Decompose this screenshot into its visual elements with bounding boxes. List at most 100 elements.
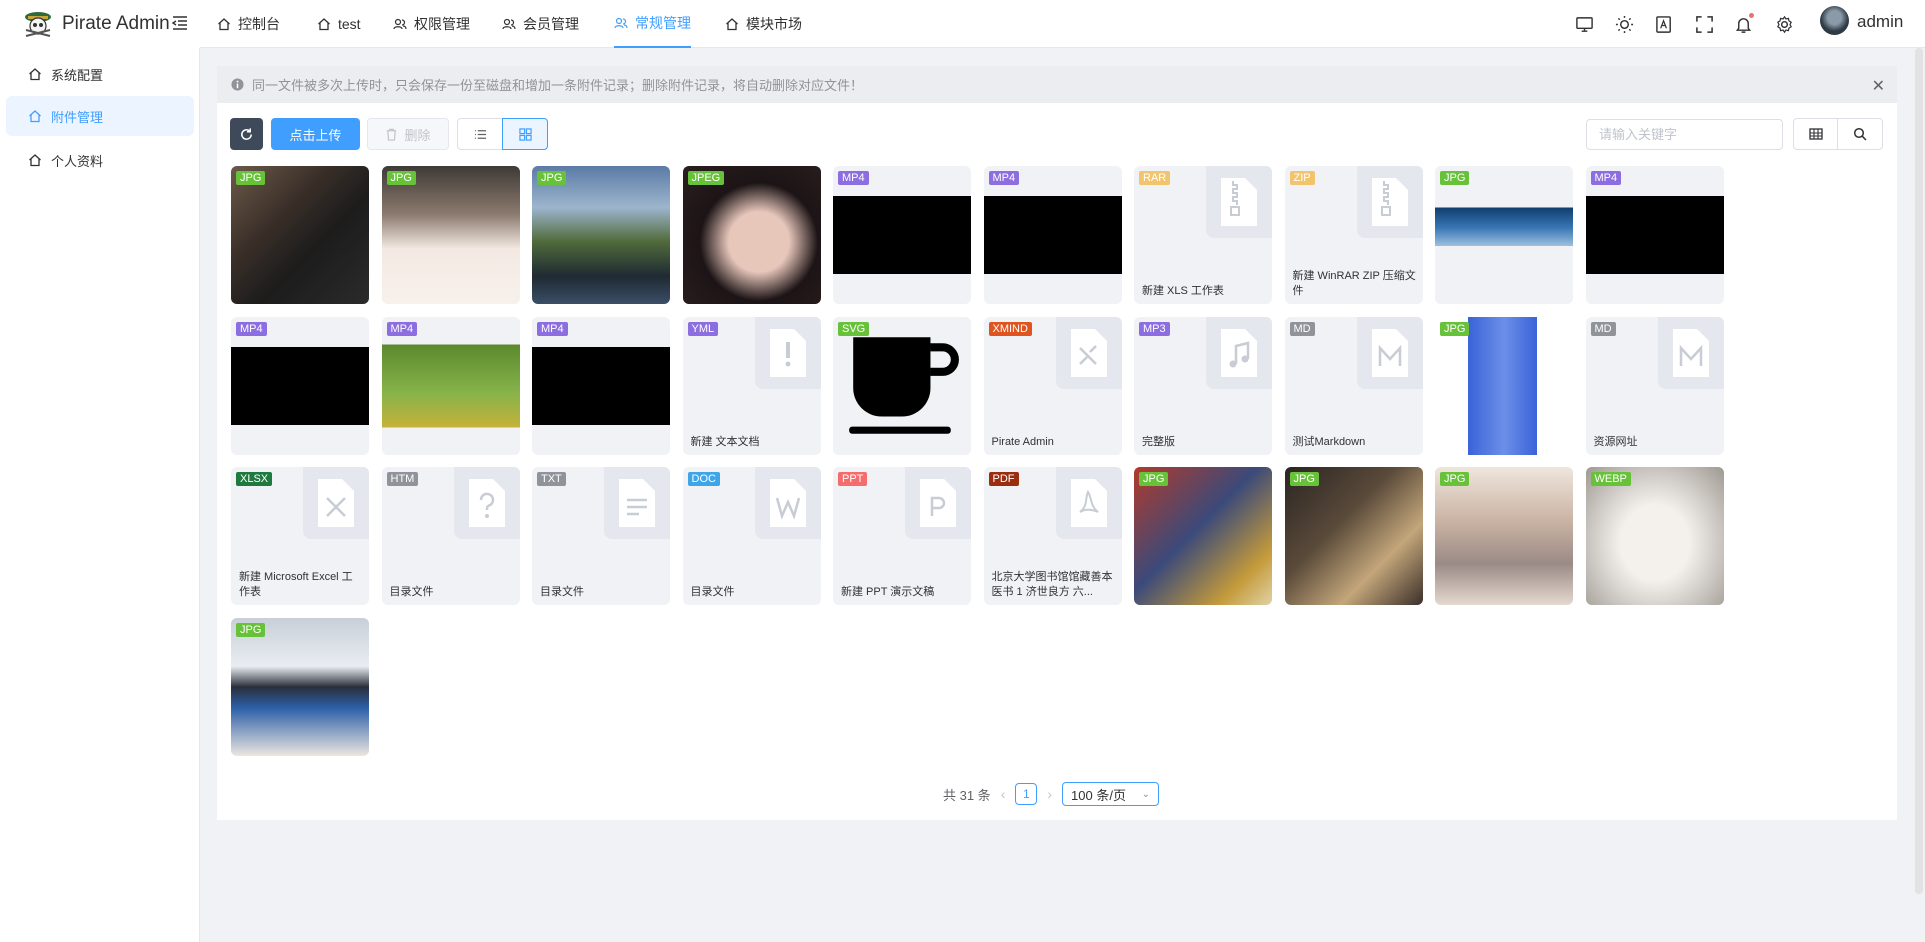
file-thumbnail: [381, 316, 520, 455]
file-card[interactable]: WEBP: [1585, 467, 1724, 605]
tab-1[interactable]: test: [317, 0, 361, 48]
file-type-badge: JPG: [386, 171, 416, 185]
grid-view-button[interactable]: [502, 118, 548, 150]
file-name: 目录文件: [389, 586, 434, 598]
app-title: Pirate Admin: [62, 13, 170, 34]
file-name: 新建 文本文档: [690, 435, 760, 448]
gear-icon[interactable]: [1773, 13, 1795, 35]
file-card[interactable]: JPG: [1435, 467, 1573, 605]
pagination: 共 31 条 ‹ 1 › 100 条/页 ⌄: [943, 782, 1160, 806]
file-card[interactable]: 新建 XLS 工作表 RAR: [1134, 166, 1272, 304]
close-icon[interactable]: ✕: [1872, 76, 1885, 96]
delete-button[interactable]: 删除: [367, 118, 449, 150]
file-type-badge: JPG: [1440, 472, 1470, 486]
page-size-select[interactable]: 100 条/页 ⌄: [1062, 782, 1160, 806]
file-card[interactable]: SVG: [833, 316, 971, 455]
list-view-button[interactable]: [457, 118, 503, 150]
tab-4[interactable]: 常规管理: [614, 0, 691, 48]
file-type-icon: [303, 467, 369, 539]
file-card[interactable]: MP4: [983, 166, 1122, 304]
file-card[interactable]: JPG: [231, 166, 369, 304]
file-card[interactable]: 新建 PPT 演示文稿 PPT: [833, 467, 971, 605]
file-card[interactable]: 目录文件 TXT: [532, 467, 670, 605]
notification-dot: [1749, 13, 1754, 18]
file-name: 新建 WinRAR ZIP 压缩文件: [1292, 270, 1416, 297]
file-type-badge: WEBP: [1590, 472, 1631, 486]
file-name: Pirate Admin: [991, 435, 1054, 448]
fullscreen-icon[interactable]: [1693, 13, 1715, 35]
grid-icon: [518, 127, 532, 141]
tab-2[interactable]: 权限管理: [393, 0, 470, 48]
file-card[interactable]: JPG: [1435, 166, 1573, 304]
file-card[interactable]: MP4: [1585, 166, 1724, 304]
file-card[interactable]: JPG: [381, 166, 520, 304]
file-type-icon: [754, 467, 821, 539]
sidebar-item-2[interactable]: 个人资料: [6, 140, 194, 180]
file-card[interactable]: JPG: [1284, 467, 1423, 605]
upload-button[interactable]: 点击上传: [271, 118, 360, 150]
file-card[interactable]: 新建 Microsoft Excel 工作表 XLSX: [231, 467, 369, 605]
file-card[interactable]: MP4: [381, 316, 520, 455]
file-card[interactable]: 完整版 MP3: [1134, 316, 1272, 455]
file-type-badge: JPG: [1289, 472, 1319, 486]
app-logo-area: Pirate Admin: [0, 0, 200, 48]
file-card[interactable]: MP4: [231, 316, 369, 455]
tab-label: test: [338, 16, 361, 32]
sun-icon[interactable]: [1613, 13, 1635, 35]
tab-0[interactable]: 控制台: [217, 0, 280, 48]
file-card[interactable]: JPG: [532, 166, 670, 304]
file-card[interactable]: JPG: [1435, 316, 1573, 455]
file-type-badge: TXT: [537, 472, 566, 486]
file-card[interactable]: JPEG: [682, 166, 821, 304]
search-input[interactable]: [1586, 119, 1783, 150]
file-type-icon: [453, 467, 520, 539]
home-icon: [318, 18, 330, 31]
sidebar-item-1[interactable]: 附件管理: [6, 96, 194, 136]
translate-icon[interactable]: [1653, 13, 1675, 35]
file-type-badge: JPEG: [687, 171, 725, 185]
home-icon: [218, 18, 230, 31]
file-card[interactable]: 测试Markdown MD: [1284, 316, 1423, 455]
file-card[interactable]: Pirate Admin XMIND: [983, 316, 1122, 455]
file-type-badge: PPT: [838, 472, 868, 486]
file-card[interactable]: 新建 WinRAR ZIP 压缩文件 ZIP: [1284, 166, 1423, 304]
file-thumbnail: [1435, 316, 1573, 455]
file-card[interactable]: JPG: [1134, 467, 1272, 605]
sidebar-item-label: 个人资料: [51, 153, 104, 169]
menu-fold-icon[interactable]: [171, 14, 189, 32]
file-type-badge: MP4: [537, 321, 568, 336]
sidebar-item-0[interactable]: 系统配置: [6, 54, 194, 94]
pirate-skull-icon: [25, 12, 51, 37]
table-icon: [1808, 128, 1823, 140]
tab-3[interactable]: 会员管理: [502, 0, 579, 48]
file-card[interactable]: MP4: [833, 166, 971, 304]
avatar[interactable]: [1820, 6, 1849, 35]
sidebar-item-label: 附件管理: [51, 109, 104, 125]
file-type-badge: JPG: [236, 622, 266, 637]
monitor-icon[interactable]: [1573, 13, 1595, 35]
file-type-badge: MP4: [386, 321, 418, 336]
file-type-badge: MP4: [236, 321, 267, 336]
file-type-badge: DOC: [687, 472, 720, 486]
video-thumbnail: [833, 196, 971, 274]
file-card[interactable]: 目录文件 HTM: [381, 467, 520, 605]
search-button[interactable]: [1837, 118, 1883, 150]
file-card[interactable]: MP4: [532, 316, 670, 455]
file-name: 目录文件: [690, 586, 735, 598]
file-type-badge: MP4: [988, 171, 1020, 185]
tab-5[interactable]: 模块市场: [725, 0, 802, 48]
page-scrollbar[interactable]: [1915, 48, 1923, 894]
file-card[interactable]: 资源网址 MD: [1585, 316, 1724, 455]
page-number[interactable]: 1: [1015, 783, 1038, 805]
file-card[interactable]: 北京大学图书馆馆藏善本医书 1 济世良方 六... PDF: [983, 467, 1122, 605]
next-page-icon[interactable]: ›: [1047, 786, 1052, 802]
table-view-button[interactable]: [1793, 118, 1838, 150]
file-card[interactable]: 目录文件 DOC: [682, 467, 821, 605]
bell-icon[interactable]: [1732, 13, 1754, 35]
refresh-button[interactable]: [230, 118, 263, 150]
home-icon: [29, 154, 41, 167]
file-card[interactable]: 新建 文本文档 YML: [682, 316, 821, 455]
prev-page-icon[interactable]: ‹: [1001, 786, 1006, 802]
username[interactable]: admin: [1857, 12, 1903, 32]
file-card[interactable]: JPG: [231, 617, 369, 756]
